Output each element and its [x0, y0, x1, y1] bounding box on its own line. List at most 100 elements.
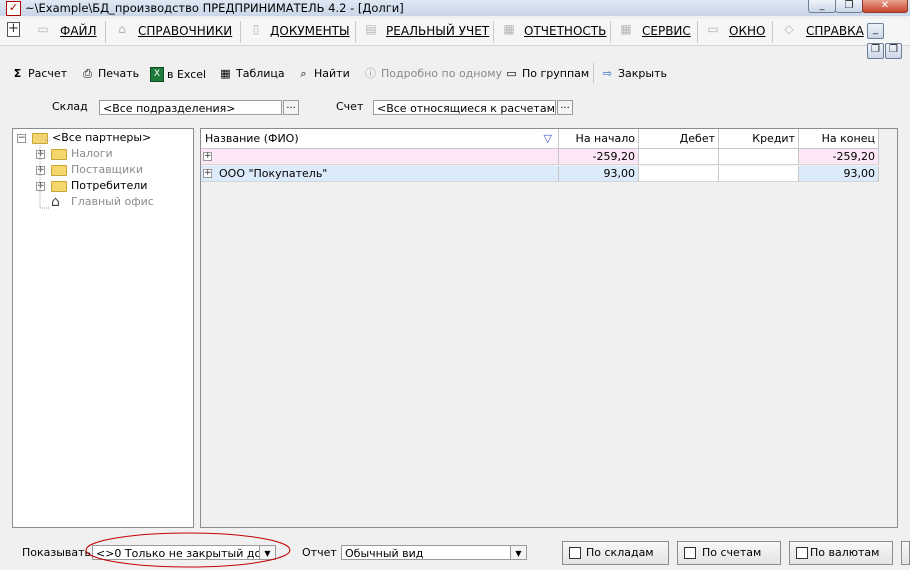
- sort-filter-icon[interactable]: ▽: [544, 129, 552, 148]
- cell-end[interactable]: -259,20: [799, 149, 879, 165]
- menu-window[interactable]: ОКНО: [729, 24, 765, 38]
- magnifier-icon: ⌕: [300, 67, 307, 80]
- tree-item-label: Главный офис: [71, 195, 154, 208]
- highlight-ellipse: [85, 532, 291, 568]
- menu-real-accounting-label: РЕАЛЬНЫЙ УЧЕТ: [386, 24, 490, 38]
- calc-icon: Σ: [13, 67, 22, 80]
- menu-file-label: ФАЙЛ: [60, 24, 97, 38]
- menu-file[interactable]: ФАЙЛ: [60, 24, 97, 38]
- detail-button[interactable]: ⓘ Подробно по одному: [363, 67, 502, 80]
- menu-separator: [493, 21, 494, 43]
- column-header-end[interactable]: На конец: [799, 129, 879, 149]
- system-menu-icon[interactable]: +: [7, 22, 20, 37]
- menu-separator: [610, 21, 611, 43]
- cell-debit[interactable]: [639, 166, 719, 182]
- excel-button[interactable]: Xв Excel: [150, 67, 206, 82]
- menu-service-label: СЕРВИС: [642, 24, 691, 38]
- menu-documents[interactable]: ДОКУМЕНТЫ: [270, 24, 350, 38]
- menu-separator: [772, 21, 773, 43]
- table-row[interactable]: + ООО "Покупатель": [201, 166, 559, 182]
- debts-grid: Название (ФИО) ▽ На начало Дебет Кредит …: [200, 128, 898, 528]
- document-icon: ▯: [252, 22, 260, 36]
- calc-button[interactable]: Σ Расчет: [10, 67, 67, 80]
- account-picker-button[interactable]: ...: [557, 100, 573, 115]
- warehouse-label: Склад: [52, 100, 88, 113]
- by-currencies-toggle[interactable]: По валютам: [789, 541, 893, 565]
- groups-button[interactable]: ▭ По группам: [504, 67, 589, 80]
- by-warehouses-toggle[interactable]: По складам: [562, 541, 669, 565]
- restore-button[interactable]: ❐: [835, 0, 863, 13]
- warehouse-picker-button[interactable]: ...: [283, 100, 299, 115]
- expand-icon[interactable]: +: [203, 169, 212, 178]
- table-icon: ▦: [220, 67, 231, 80]
- column-header-name[interactable]: Название (ФИО) ▽: [201, 129, 559, 149]
- app-icon: ✓: [6, 1, 21, 16]
- chevron-down-icon[interactable]: ▼: [510, 546, 526, 559]
- column-header-credit[interactable]: Кредит: [719, 129, 799, 149]
- close-report-button[interactable]: ⇨ Закрыть: [600, 67, 667, 80]
- cell-credit[interactable]: [719, 166, 799, 182]
- by-warehouses-label: По складам: [586, 546, 654, 559]
- title-bar: ✓ ~\Example\БД_производство ПРЕДПРИНИМАТ…: [0, 0, 910, 16]
- cell-credit[interactable]: [719, 149, 799, 165]
- ledger-icon: ▤: [365, 22, 377, 36]
- cell-start[interactable]: -259,20: [559, 149, 639, 165]
- table-label: Таблица: [236, 67, 285, 80]
- mdi-restore-button-2[interactable]: ❐: [885, 43, 902, 59]
- table-row[interactable]: +: [201, 149, 559, 165]
- menu-reports[interactable]: ОТЧЕТНОСТЬ: [524, 24, 606, 38]
- column-header-debit[interactable]: Дебет: [639, 129, 719, 149]
- warehouse-field[interactable]: <Все подразделения>: [99, 100, 282, 115]
- toolbar-separator: [593, 63, 594, 83]
- account-label: Счет: [336, 100, 364, 113]
- excel-icon: X: [150, 67, 164, 82]
- by-accounts-label: По счетам: [702, 546, 762, 559]
- print-button[interactable]: ⎙ Печать: [80, 67, 139, 80]
- help-icon: ◇: [784, 22, 794, 36]
- expand-icon[interactable]: +: [203, 152, 212, 161]
- menu-documents-label: ДОКУМЕНТЫ: [270, 24, 350, 38]
- menu-service[interactable]: СЕРВИС: [642, 24, 691, 38]
- tree-item-label: Налоги: [71, 147, 113, 160]
- mdi-restore-button[interactable]: ❐: [867, 43, 884, 59]
- cell-end[interactable]: 93,00: [799, 166, 879, 182]
- file-icon: ▭: [37, 22, 49, 36]
- tree-lines: [39, 139, 50, 209]
- by-currencies-label: По валютам: [810, 546, 880, 559]
- cell-start[interactable]: 93,00: [559, 166, 639, 182]
- find-label: Найти: [314, 67, 350, 80]
- print-label: Печать: [98, 67, 140, 80]
- checkbox[interactable]: [684, 547, 696, 559]
- menu-separator: [105, 21, 106, 43]
- account-field[interactable]: <Все относящиеся к расчетам>: [373, 100, 556, 115]
- exit-icon: ⇨: [602, 67, 613, 80]
- menu-help[interactable]: СПРАВКА: [806, 24, 864, 38]
- calculator-icon: ▦: [620, 22, 632, 36]
- menu-bar: + ▭ ФАЙЛ ⌂ СПРАВОЧНИКИ ▯ ДОКУМЕНТЫ ▤ РЕА…: [0, 19, 910, 59]
- printer-icon: ⎙: [83, 67, 92, 80]
- toolbar: Σ Расчет ⎙ Печать Xв Excel ▦ Таблица ⌕ Найти…: [0, 60, 910, 86]
- menu-directories[interactable]: СПРАВОЧНИКИ: [138, 24, 232, 38]
- report-view-dropdown[interactable]: Обычный вид ▼: [341, 545, 527, 560]
- menu-real-accounting[interactable]: РЕАЛЬНЫЙ УЧЕТ: [386, 24, 489, 38]
- checkbox[interactable]: [796, 547, 808, 559]
- minimize-button[interactable]: _: [808, 0, 836, 13]
- find-button[interactable]: ⌕ Найти: [296, 67, 350, 80]
- report-label: Отчет: [302, 546, 337, 559]
- more-options-button[interactable]: [901, 541, 910, 565]
- menu-separator: [697, 21, 698, 43]
- column-header-start[interactable]: На начало: [559, 129, 639, 149]
- mdi-minimize-button[interactable]: _: [867, 23, 884, 39]
- checkbox[interactable]: [569, 547, 581, 559]
- menu-directories-label: СПРАВОЧНИКИ: [138, 24, 233, 38]
- by-accounts-toggle[interactable]: По счетам: [677, 541, 781, 565]
- close-report-label: Закрыть: [618, 67, 667, 80]
- menu-window-label: ОКНО: [729, 24, 766, 38]
- table-button[interactable]: ▦ Таблица: [218, 67, 285, 80]
- close-window-button[interactable]: ✕: [862, 0, 908, 13]
- cell-debit[interactable]: [639, 149, 719, 165]
- column-header-name-label: Название (ФИО): [205, 132, 299, 145]
- window-title: ~\Example\БД_производство ПРЕДПРИНИМАТЕЛ…: [25, 1, 404, 15]
- menu-separator: [355, 21, 356, 43]
- groups-label: По группам: [522, 67, 590, 80]
